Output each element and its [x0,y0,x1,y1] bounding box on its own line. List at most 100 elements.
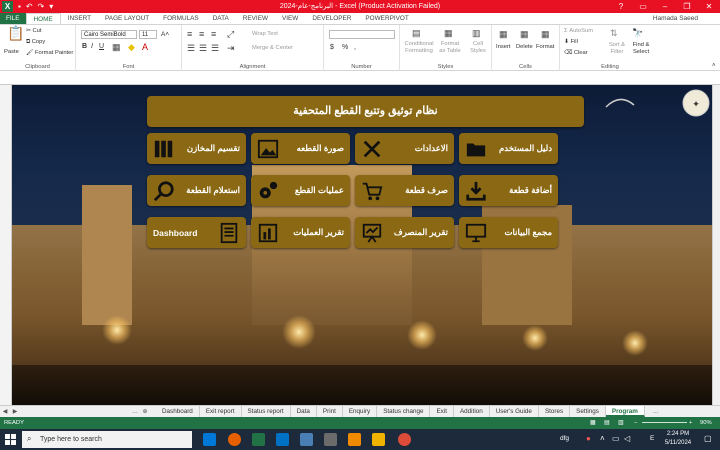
notification-app-icon[interactable]: ● [586,434,591,443]
user-guide-button[interactable]: دليل المستخدم [459,133,558,164]
item-operations-button[interactable]: عمليات القطع [251,175,350,206]
paste-icon[interactable]: 📋 [7,26,24,40]
cut-button[interactable]: ✂ Cut [26,28,42,34]
underline-button[interactable]: U [99,43,104,50]
outlook-icon[interactable] [276,433,289,446]
taskbar-search-input[interactable]: Type here to search [22,431,192,448]
collapse-ribbon-icon[interactable]: ˄ [712,63,716,69]
conditional-formatting-button[interactable]: Conditional Formatting [403,41,435,55]
tab-developer[interactable]: DEVELOPER [305,13,358,24]
minimize-button[interactable]: – [654,0,676,13]
item-enquiry-button[interactable]: استعلام القطعة [147,175,246,206]
sheet-tab[interactable]: Enquiry [343,406,378,417]
keyboard-layout[interactable]: E [650,435,654,442]
page-layout-view-icon[interactable]: ▤ [604,417,609,429]
tab-review[interactable]: REVIEW [236,13,275,24]
windows-start-icon[interactable] [5,434,16,445]
issue-item-button[interactable]: صرف قطعة [355,175,454,206]
align-middle-icon[interactable]: ≡ [199,29,204,39]
new-sheet-icon[interactable]: ⊕ [140,408,150,415]
language-indicator[interactable]: dfg [560,435,569,442]
page-break-view-icon[interactable]: ▥ [618,417,623,429]
prev-sheet-icon[interactable]: ◀ [0,408,10,415]
next-sheet-icon[interactable]: ▶ [10,408,20,415]
edge-icon[interactable] [203,433,216,446]
align-left-icon[interactable]: ☰ [187,43,195,53]
store-division-button[interactable]: تقسيم المخازن [147,133,246,164]
tab-file[interactable]: FILE [0,13,26,24]
dashboard-button[interactable]: Dashboard [147,217,246,248]
tab-page-layout[interactable]: PAGE LAYOUT [98,13,156,24]
user-name[interactable]: Hamada Saeed [646,13,720,24]
issued-report-button[interactable]: تقرير المنصرف [355,217,454,248]
italic-button[interactable]: I [91,43,93,50]
autosum-button[interactable]: Σ AutoSum [564,28,593,34]
excel-taskbar-icon[interactable] [252,433,265,446]
cloud-app-icon[interactable] [300,433,313,446]
zoom-out-icon[interactable]: – [634,417,637,429]
sheet-tab[interactable]: Dashboard [156,406,200,417]
fill-button[interactable]: ⬇ Fill [564,39,578,45]
align-top-icon[interactable]: ≡ [187,29,192,39]
tab-data[interactable]: DATA [206,13,236,24]
font-color-icon[interactable]: A [142,42,148,52]
chevron-up-icon[interactable]: ˄ [600,434,605,443]
sheet-tab[interactable]: Settings [570,406,606,417]
tab-powerpivot[interactable]: POWERPIVOT [358,13,415,24]
tab-insert[interactable]: INSERT [61,13,98,24]
insert-cells-button[interactable]: Insert [496,44,511,50]
align-right-icon[interactable]: ☰ [211,43,219,53]
clock-date[interactable]: 5/11/2024 [660,440,696,446]
sheet-tab[interactable]: Print [317,406,343,417]
zoom-in-icon[interactable]: + [689,417,692,429]
font-name-select[interactable]: Cairo SemiBold [81,30,137,39]
percent-button[interactable]: % [342,44,348,51]
help-button[interactable]: ? [610,0,632,13]
sheet-tab[interactable]: Status report [242,406,291,417]
save-icon[interactable]: ▪ [18,1,21,12]
redo-icon[interactable]: ↷ [38,1,45,12]
app-icon[interactable] [324,433,337,446]
sheet-tab[interactable]: Stores [539,406,571,417]
align-bottom-icon[interactable]: ≡ [211,29,216,39]
close-button[interactable]: ✕ [698,0,720,13]
zoom-slider[interactable] [642,422,687,423]
data-collector-button[interactable]: مجمع البيانات [459,217,558,248]
sheet-tab-active[interactable]: Program [605,406,645,417]
grow-font-button[interactable]: A˄ [161,31,169,38]
customize-quick-access-icon[interactable]: ▾ [49,1,53,12]
fill-color-icon[interactable]: ◆ [128,42,135,52]
tab-formulas[interactable]: FORMULAS [156,13,206,24]
vertical-scrollbar[interactable] [712,85,720,405]
notifications-icon[interactable]: ▢ [704,434,712,443]
indent-icon[interactable]: ⇥ [227,43,235,53]
settings-button[interactable]: الاعدادات [355,133,454,164]
normal-view-icon[interactable]: ▦ [590,417,595,429]
sheet-tab[interactable]: Data [291,406,317,417]
file-explorer-icon[interactable] [372,433,385,446]
clock-time[interactable]: 2:24 PM [664,431,692,437]
format-cells-button[interactable]: Format [536,44,554,50]
borders-icon[interactable]: ▦ [112,42,121,52]
add-item-button[interactable]: أضافة قطعة [459,175,558,206]
sheet-tab[interactable]: Exit report [200,406,242,417]
font-size-select[interactable]: 11 [139,30,157,39]
find-select-button[interactable]: Find & Select [628,42,654,56]
item-image-button[interactable]: صورة القطعه [251,133,350,164]
format-painter-button[interactable]: 🖌 Format Painter [26,50,73,56]
ribbon-display-button[interactable]: ▭ [632,0,654,13]
sheet-tab[interactable]: Status change [377,406,431,417]
restore-button[interactable]: ❐ [676,0,698,13]
orientation-icon[interactable]: ⤢ [227,29,234,39]
vlc-icon[interactable] [348,433,361,446]
bold-button[interactable]: B [82,43,87,50]
merge-center-button[interactable]: Merge & Center [252,45,293,51]
volume-icon[interactable]: ◁ [624,434,630,443]
sheet-tab[interactable]: Addition [454,406,490,417]
zoom-level[interactable]: 90% [700,417,712,429]
number-format-select[interactable] [329,30,395,39]
format-as-table-button[interactable]: Format as Table [437,41,463,55]
sheet-tab[interactable]: Exit [430,406,454,417]
wrap-text-button[interactable]: Wrap Text [252,31,278,37]
sort-filter-button[interactable]: Sort & Filter [606,42,628,56]
